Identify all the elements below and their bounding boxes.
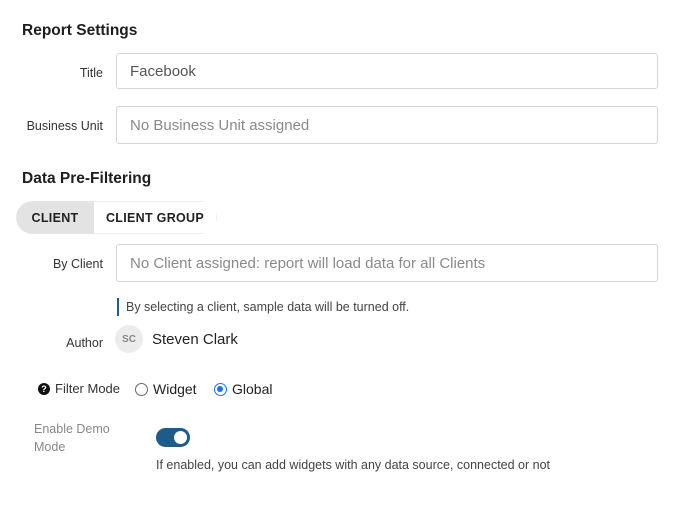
global-radio[interactable] bbox=[214, 382, 227, 396]
filter-mode-row: ? Filter Mode bbox=[38, 381, 120, 396]
client-hint: By selecting a client, sample data will … bbox=[117, 298, 409, 316]
client-select[interactable]: No Client assigned: report will load dat… bbox=[116, 244, 658, 282]
title-label: Title bbox=[79, 66, 103, 80]
title-input[interactable]: Facebook bbox=[116, 53, 658, 89]
by-client-label: By Client bbox=[52, 257, 103, 271]
demo-mode-label-line2: Mode bbox=[34, 440, 66, 454]
tab-client-group[interactable]: CLIENT GROUP bbox=[94, 201, 217, 234]
demo-mode-toggle[interactable] bbox=[156, 428, 190, 447]
tab-client[interactable]: CLIENT bbox=[16, 201, 94, 234]
widget-radio[interactable] bbox=[135, 382, 148, 396]
filter-mode-label: Filter Mode bbox=[55, 381, 121, 396]
filter-mode-global-option[interactable]: Global bbox=[214, 381, 272, 397]
business-unit-select[interactable]: No Business Unit assigned bbox=[116, 106, 658, 144]
client-hint-text: By selecting a client, sample data will … bbox=[126, 300, 410, 314]
client-select-placeholder: No Client assigned: report will load dat… bbox=[130, 254, 486, 272]
business-unit-placeholder: No Business Unit assigned bbox=[130, 116, 310, 134]
avatar: SC bbox=[115, 325, 143, 353]
title-input-value: Facebook bbox=[130, 62, 196, 80]
pre-filtering-heading: Data Pre-Filtering bbox=[22, 170, 152, 187]
demo-mode-label-line1: Enable Demo bbox=[34, 422, 110, 436]
filter-mode-widget-option[interactable]: Widget bbox=[135, 381, 197, 397]
question-circle-icon[interactable]: ? bbox=[38, 382, 50, 395]
report-settings-heading: Report Settings bbox=[22, 22, 138, 39]
demo-mode-label: Enable Demo Mode bbox=[34, 420, 110, 456]
demo-mode-hint: If enabled, you can add widgets with any… bbox=[156, 458, 551, 472]
author-label: Author bbox=[66, 336, 103, 350]
client-type-toggle: CLIENT CLIENT GROUP bbox=[16, 201, 217, 234]
widget-radio-label: Widget bbox=[153, 381, 197, 397]
author-name: Steven Clark bbox=[152, 331, 238, 348]
global-radio-label: Global bbox=[232, 381, 273, 397]
business-unit-label: Business Unit bbox=[26, 119, 103, 133]
toggle-knob bbox=[174, 431, 187, 444]
